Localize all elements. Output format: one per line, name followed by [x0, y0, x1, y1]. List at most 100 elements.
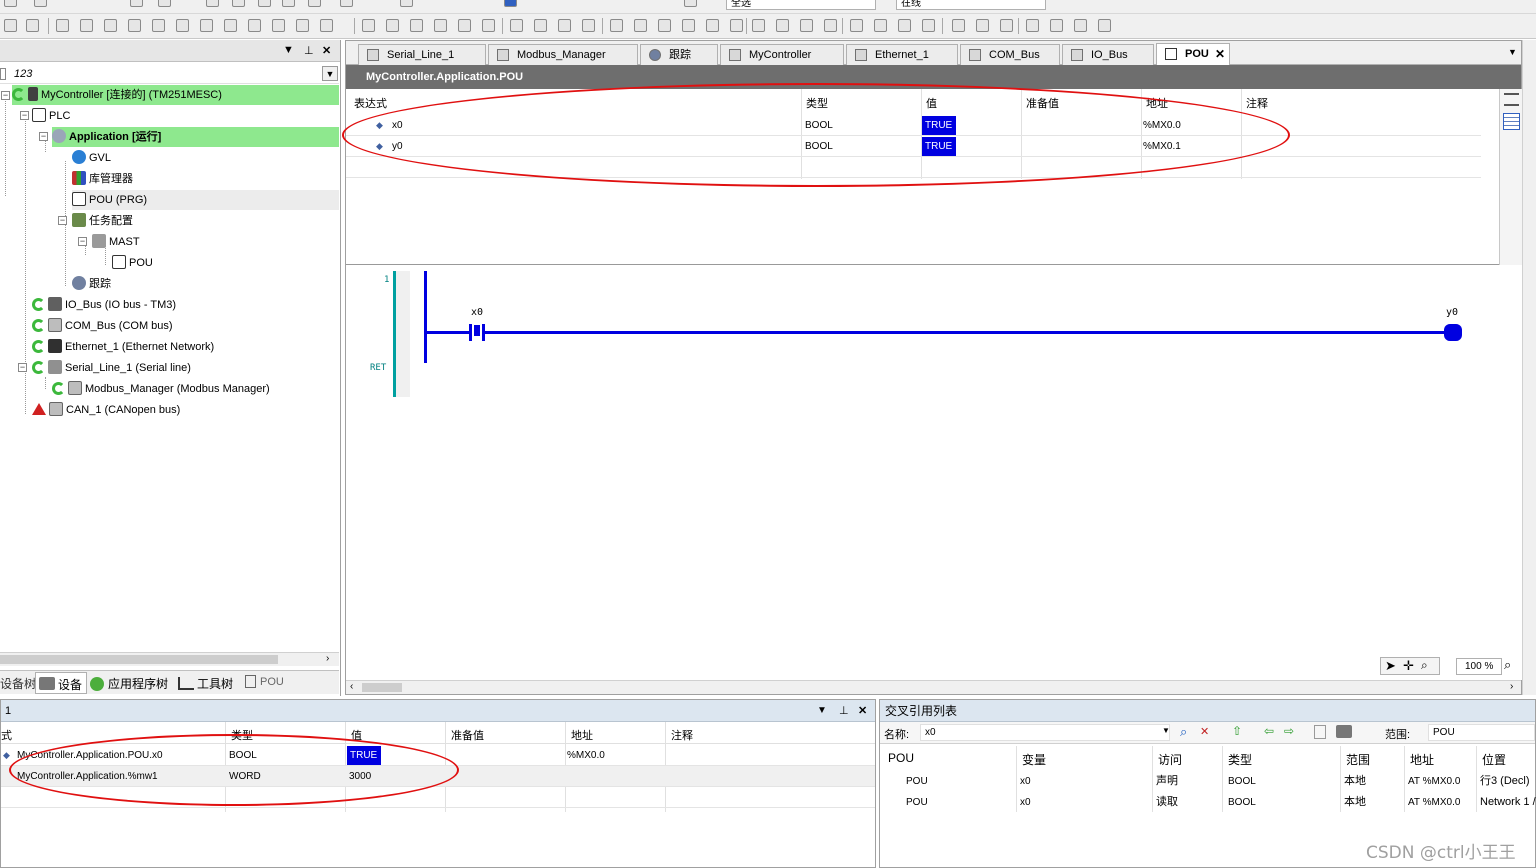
- tree-item-mycontroller[interactable]: MyController [连接的] (TM251MESC): [12, 85, 339, 105]
- tab-list-dropdown-icon[interactable]: ▼: [1508, 47, 1517, 57]
- tab-application-tree[interactable]: 应用程序树: [90, 675, 168, 692]
- reset-icon[interactable]: [282, 0, 295, 7]
- close-icon[interactable]: ✕: [322, 44, 331, 57]
- contact-x0[interactable]: [469, 324, 485, 341]
- tree-item-can[interactable]: CAN_1 (CANopen bus): [32, 400, 180, 420]
- scroll-right-icon[interactable]: ›: [1510, 681, 1513, 692]
- return-icon[interactable]: [898, 19, 911, 32]
- move-icon[interactable]: ✛: [1403, 658, 1414, 674]
- ladder-tool-icon[interactable]: [272, 19, 285, 32]
- tree-item-plc[interactable]: PLC: [32, 106, 70, 126]
- tree-item-task-config[interactable]: 任务配置: [72, 211, 133, 231]
- collapse-icon[interactable]: −: [18, 363, 27, 372]
- col-header-expression[interactable]: 表达式: [354, 95, 387, 111]
- textual-view-icon[interactable]: [1504, 93, 1519, 106]
- print-icon[interactable]: [308, 0, 321, 7]
- close-tab-icon[interactable]: ✕: [1215, 44, 1225, 64]
- col-header-scope[interactable]: 范围: [1346, 751, 1370, 768]
- scroll-left-icon[interactable]: ‹: [350, 681, 353, 692]
- tree-item-io-bus[interactable]: IO_Bus (IO bus - TM3): [32, 295, 176, 315]
- il-tool-icon[interactable]: [510, 19, 523, 32]
- pin-icon[interactable]: ⊥: [304, 44, 314, 57]
- box-tool-icon[interactable]: [824, 19, 837, 32]
- ladder-tool-icon[interactable]: [320, 19, 333, 32]
- chevron-down-icon[interactable]: ▼: [1162, 726, 1170, 735]
- dropdown-icon[interactable]: ▼: [817, 700, 827, 722]
- fbd-tool-icon[interactable]: [434, 19, 447, 32]
- editor-horizontal-scrollbar[interactable]: ‹ ›: [346, 680, 1521, 694]
- fbd-tool-icon[interactable]: [386, 19, 399, 32]
- tab-tools-tree[interactable]: 工具树: [178, 675, 233, 692]
- selection-dropdown[interactable]: 全选: [726, 0, 876, 10]
- chevron-down-icon[interactable]: ▼: [322, 66, 338, 81]
- col-header-comment[interactable]: 注释: [1246, 95, 1268, 111]
- name-input[interactable]: x0: [920, 724, 1170, 741]
- collapse-icon[interactable]: −: [78, 237, 87, 246]
- table-row[interactable]: POU x0 声明 BOOL 本地 AT %MX0.0 行3 (Decl): [880, 771, 1535, 792]
- col-header-expression[interactable]: 式: [1, 727, 12, 743]
- logout-icon[interactable]: [232, 0, 245, 7]
- copy-icon[interactable]: [1314, 725, 1326, 739]
- tab-modbus-manager[interactable]: Modbus_Manager: [488, 44, 638, 65]
- scroll-right-icon[interactable]: ›: [326, 653, 329, 664]
- ladder-tool-icon[interactable]: [224, 19, 237, 32]
- tab-ethernet[interactable]: Ethernet_1: [846, 44, 958, 65]
- align-icon[interactable]: [1074, 19, 1087, 32]
- il-tool-icon[interactable]: [634, 19, 647, 32]
- tab-devices[interactable]: 设备: [35, 672, 87, 694]
- undo-icon[interactable]: [4, 0, 17, 7]
- redo-icon[interactable]: [34, 0, 47, 7]
- collapse-icon[interactable]: −: [39, 132, 48, 141]
- ladder-tool-icon[interactable]: [176, 19, 189, 32]
- col-header-address[interactable]: 地址: [571, 727, 593, 743]
- tab-com-bus[interactable]: COM_Bus: [960, 44, 1060, 65]
- tree-item-modbus-manager[interactable]: Modbus_Manager (Modbus Manager): [52, 379, 270, 399]
- search-icon[interactable]: ⌕: [1180, 724, 1187, 740]
- window-icon[interactable]: [340, 0, 353, 7]
- ladder-tool-icon[interactable]: [200, 19, 213, 32]
- tree-item-ethernet[interactable]: Ethernet_1 (Ethernet Network): [32, 337, 214, 357]
- fbd-tool-icon[interactable]: [458, 19, 471, 32]
- ladder-tool-icon[interactable]: [104, 19, 117, 32]
- il-tool-icon[interactable]: [610, 19, 623, 32]
- collapse-icon[interactable]: −: [20, 111, 29, 120]
- col-header-variable[interactable]: 变量: [1022, 751, 1046, 768]
- comment-icon[interactable]: [1000, 19, 1013, 32]
- table-row[interactable]: POU x0 读取 BOOL 本地 AT %MX0.0 Network 1 /: [880, 792, 1536, 813]
- tree-item-serial-line[interactable]: Serial_Line_1 (Serial line): [32, 358, 191, 378]
- fbd-tool-icon[interactable]: [410, 19, 423, 32]
- print-icon[interactable]: [1336, 725, 1352, 738]
- il-tool-icon[interactable]: [706, 19, 719, 32]
- close-icon[interactable]: ✕: [858, 700, 867, 722]
- magnifier-icon[interactable]: ⌕: [1504, 657, 1511, 673]
- ladder-tool-icon[interactable]: [296, 19, 309, 32]
- tree-item-mast[interactable]: MAST: [92, 232, 140, 252]
- download-icon[interactable]: [258, 0, 271, 7]
- comment-icon[interactable]: [976, 19, 989, 32]
- tree-item-application[interactable]: Application [运行]: [52, 127, 339, 147]
- build-icon[interactable]: [158, 0, 171, 7]
- box-tool-icon[interactable]: [752, 19, 765, 32]
- il-tool-icon[interactable]: [682, 19, 695, 32]
- il-tool-icon[interactable]: [658, 19, 671, 32]
- branch-icon[interactable]: [922, 19, 935, 32]
- tab-pou[interactable]: POU ✕: [1156, 43, 1230, 65]
- label-icon[interactable]: [874, 19, 887, 32]
- col-header-type[interactable]: 类型: [1228, 751, 1252, 768]
- collapse-icon[interactable]: −: [58, 216, 67, 225]
- stop-icon[interactable]: [504, 0, 517, 7]
- align-icon[interactable]: [1026, 19, 1039, 32]
- tree-item-library-manager[interactable]: 库管理器: [72, 169, 133, 189]
- ladder-tool-icon[interactable]: [128, 19, 141, 32]
- tab-device-tree[interactable]: 设备树: [0, 675, 36, 692]
- tree-item-trace[interactable]: 跟踪: [72, 274, 111, 294]
- ladder-tool-icon[interactable]: [56, 19, 69, 32]
- ladder-tool-icon[interactable]: [152, 19, 165, 32]
- tab-serial-line[interactable]: Serial_Line_1: [358, 44, 486, 65]
- pointer-icon[interactable]: ➤: [1385, 658, 1396, 674]
- scope-select[interactable]: POU: [1428, 724, 1535, 741]
- monitor-icon[interactable]: [400, 0, 413, 7]
- fbd-tool-icon[interactable]: [482, 19, 495, 32]
- zoom-level[interactable]: 100 %: [1456, 658, 1502, 675]
- coil-y0[interactable]: [1444, 324, 1462, 341]
